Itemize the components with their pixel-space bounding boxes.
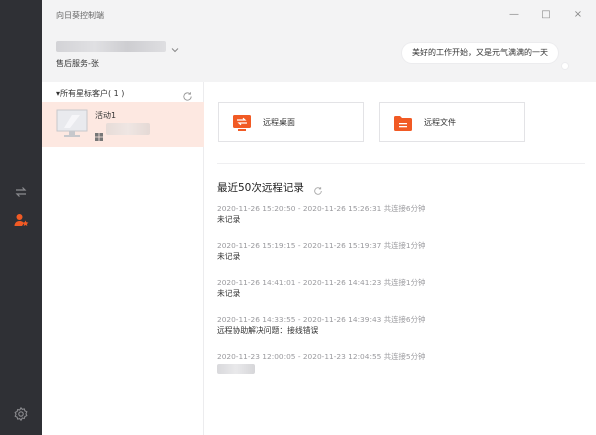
- remote-file-label: 远程文件: [424, 118, 456, 127]
- account-name-redacted: [56, 41, 166, 52]
- account-role: 售后服务-张: [56, 59, 99, 68]
- record-note: 远程协助解决问题：接线错误: [217, 326, 319, 335]
- records-title: 最近50次远程记录: [217, 182, 304, 194]
- remote-file-icon: [394, 115, 412, 131]
- record-item: 2020-11-26 15:20:50 - 2020-11-26 15:26:3…: [217, 203, 587, 226]
- device-name: 活动1: [95, 111, 117, 120]
- remote-desktop-button[interactable]: 远程桌面: [218, 102, 364, 142]
- record-note: 未记录: [217, 252, 241, 261]
- record-item: 2020-11-26 14:41:01 - 2020-11-26 14:41:2…: [217, 277, 587, 300]
- device-id-redacted: [106, 123, 150, 135]
- close-button[interactable]: ×: [572, 9, 584, 21]
- app-title: 向日葵控制端: [56, 11, 104, 20]
- record-note-redacted: [217, 364, 255, 374]
- settings-icon[interactable]: [13, 406, 29, 422]
- record-time: 2020-11-23 12:00:05 - 2020-11-23 12:04:5…: [217, 352, 426, 361]
- device-list-panel: ▾所有星标客户( 1 ) 活动1: [42, 82, 204, 435]
- record-note: 未记录: [217, 215, 241, 224]
- remote-desktop-label: 远程桌面: [263, 118, 295, 127]
- chevron-down-icon[interactable]: [170, 40, 180, 53]
- monitor-icon: [56, 109, 88, 139]
- minimize-button[interactable]: —: [508, 9, 520, 21]
- maximize-button[interactable]: □: [540, 9, 552, 21]
- remote-desktop-icon: [233, 115, 251, 131]
- record-time: 2020-11-26 15:20:50 - 2020-11-26 15:26:3…: [217, 204, 426, 213]
- greeting-bubble: 美好的工作开始，又是元气满满的一天: [402, 43, 558, 63]
- record-time: 2020-11-26 15:19:15 - 2020-11-26 15:19:3…: [217, 241, 426, 250]
- remote-connect-icon[interactable]: [13, 184, 29, 200]
- refresh-icon[interactable]: [182, 87, 193, 101]
- group-header[interactable]: ▾所有星标客户( 1 ): [56, 88, 124, 99]
- record-item: 2020-11-26 15:19:15 - 2020-11-26 15:19:3…: [217, 240, 587, 263]
- record-time: 2020-11-26 14:41:01 - 2020-11-26 14:41:2…: [217, 278, 426, 287]
- windows-icon: [95, 126, 103, 141]
- customer-group-icon[interactable]: [13, 212, 29, 228]
- record-time: 2020-11-26 14:33:55 - 2020-11-26 14:39:4…: [217, 315, 426, 324]
- remote-file-button[interactable]: 远程文件: [379, 102, 525, 142]
- main-content: 远程桌面 远程文件 最近50次远程记录 2020-11-26 15:20:50 …: [205, 82, 596, 435]
- record-item: 2020-11-23 12:00:05 - 2020-11-23 12:04:5…: [217, 351, 587, 374]
- left-rail: [0, 0, 42, 435]
- refresh-icon[interactable]: [313, 181, 323, 195]
- remote-control-window: 向日葵控制端 — □ × 售后服务-张 美好的工作开始，又是元气满满的一天 ▾所…: [0, 0, 596, 435]
- divider: [217, 163, 585, 164]
- header: 向日葵控制端 — □ × 售后服务-张 美好的工作开始，又是元气满满的一天: [42, 0, 596, 82]
- record-item: 2020-11-26 14:33:55 - 2020-11-26 14:39:4…: [217, 314, 587, 337]
- device-list-item[interactable]: 活动1: [42, 102, 204, 147]
- record-note: 未记录: [217, 289, 241, 298]
- greeting-bubble-tail: [562, 63, 568, 69]
